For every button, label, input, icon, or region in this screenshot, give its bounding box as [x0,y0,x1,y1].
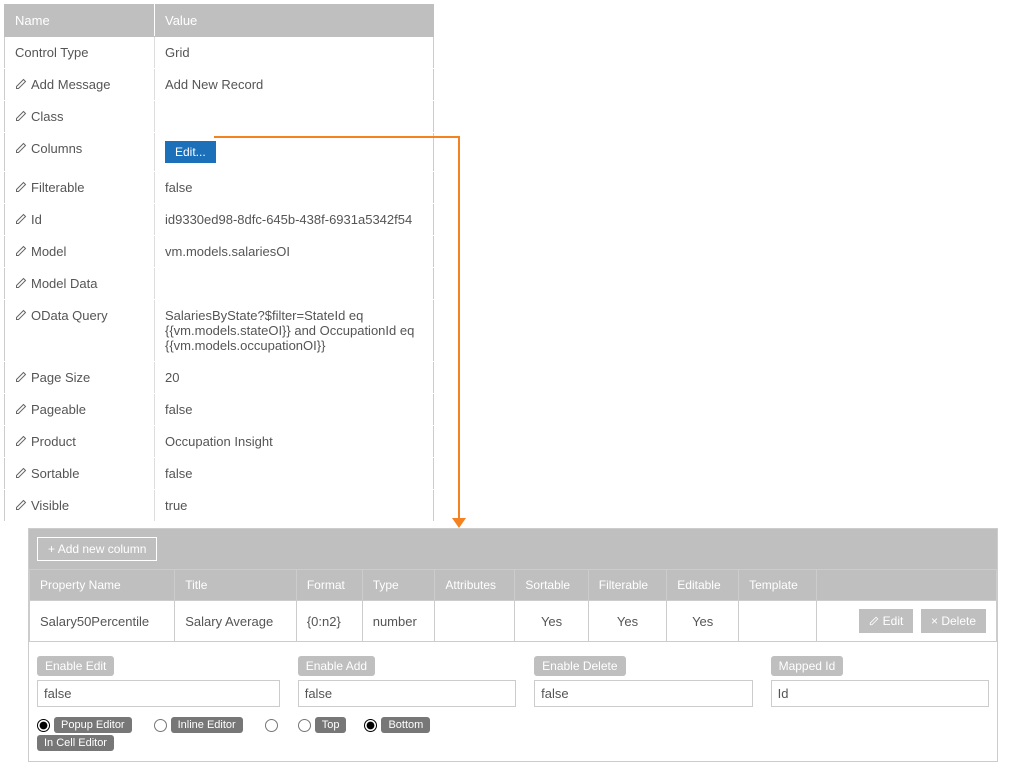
enable-add-block: Enable Add Top Bottom [298,656,516,751]
property-table: Name Value Control Type Grid Add Message… [4,4,434,522]
bottom-pill: Bottom [381,717,430,733]
arrowhead-icon [452,518,466,528]
class-value [155,101,434,133]
enable-delete-input[interactable] [534,680,752,707]
incell-editor-pill: In Cell Editor [37,735,114,751]
cell-format: {0:n2} [296,601,362,642]
model-data-value [155,268,434,300]
cell-sortable: Yes [515,601,588,642]
cell-type: number [362,601,435,642]
page-size-label[interactable]: Page Size [5,362,155,394]
edit-icon [15,498,27,513]
sortable-value: false [155,458,434,490]
filterable-label[interactable]: Filterable [5,172,155,204]
odata-label[interactable]: OData Query [5,300,155,362]
visible-label[interactable]: Visible [5,490,155,522]
class-label[interactable]: Class [5,101,155,133]
cell-title: Salary Average [175,601,297,642]
plus-icon: + [48,542,55,556]
edit-icon [15,434,27,449]
edit-icon [15,244,27,259]
edit-icon [15,276,27,291]
edit-icon [15,77,27,92]
inline-editor-pill: Inline Editor [171,717,243,733]
radio-popup-editor[interactable] [37,719,50,732]
add-message-label[interactable]: Add Message [5,69,155,101]
th-filterable: Filterable [588,570,667,601]
row-edit-button[interactable]: Edit [859,609,913,633]
edit-icon [15,370,27,385]
edit-icon [15,212,27,227]
filterable-value: false [155,172,434,204]
th-property-name: Property Name [30,570,175,601]
id-value: id9330ed98-8dfc-645b-438f-6931a5342f54 [155,204,434,236]
edit-icon [15,109,27,124]
cell-attributes [435,601,515,642]
add-message-value: Add New Record [155,69,434,101]
th-editable: Editable [667,570,739,601]
enable-delete-label: Enable Delete [534,656,625,676]
mapped-id-input[interactable] [771,680,989,707]
enable-add-input[interactable] [298,680,516,707]
columns-edit-button[interactable]: Edit... [165,141,216,163]
cell-property-name: Salary50Percentile [30,601,175,642]
cell-editable: Yes [667,601,739,642]
top-pill: Top [315,717,347,733]
edit-icon [15,180,27,195]
radio-bottom[interactable] [364,719,377,732]
th-type: Type [362,570,435,601]
product-label[interactable]: Product [5,426,155,458]
sortable-label[interactable]: Sortable [5,458,155,490]
model-label[interactable]: Model [5,236,155,268]
id-label[interactable]: Id [5,204,155,236]
radio-inline-editor[interactable] [154,719,167,732]
model-value: vm.models.salariesOI [155,236,434,268]
th-format: Format [296,570,362,601]
enable-edit-block: Enable Edit Popup Editor Inline Editor I… [37,656,280,751]
mapped-id-label: Mapped Id [771,656,844,676]
visible-value: true [155,490,434,522]
radio-top[interactable] [298,719,311,732]
add-new-column-button[interactable]: + Add new column [37,537,157,561]
close-icon: × [931,614,938,628]
enable-edit-input[interactable] [37,680,280,707]
col-name-header: Name [5,5,155,37]
col-value-header: Value [155,5,434,37]
th-attributes: Attributes [435,570,515,601]
pageable-value: false [155,394,434,426]
control-type-label: Control Type [5,37,155,69]
columns-label[interactable]: Columns [5,133,155,172]
th-actions [817,570,997,601]
table-row: Salary50Percentile Salary Average {0:n2}… [30,601,997,642]
popup-editor-pill: Popup Editor [54,717,132,733]
product-value: Occupation Insight [155,426,434,458]
connector-arrow [458,136,460,521]
edit-icon [15,308,27,323]
th-sortable: Sortable [515,570,588,601]
columns-table: Property Name Title Format Type Attribut… [29,569,997,642]
edit-icon [15,402,27,417]
radio-incell-editor[interactable] [265,719,278,732]
model-data-label[interactable]: Model Data [5,268,155,300]
edit-icon [15,466,27,481]
columns-editor-panel: + Add new column Property Name Title For… [28,528,998,762]
th-title: Title [175,570,297,601]
enable-add-label: Enable Add [298,656,375,676]
enable-delete-block: Enable Delete [534,656,752,751]
odata-value: SalariesByState?$filter=StateId eq {{vm.… [155,300,434,362]
th-template: Template [739,570,817,601]
page-size-value: 20 [155,362,434,394]
pencil-icon [869,616,879,626]
enable-edit-label: Enable Edit [37,656,114,676]
cell-template [739,601,817,642]
row-delete-button[interactable]: × Delete [921,609,986,633]
control-type-value: Grid [155,37,434,69]
mapped-id-block: Mapped Id [771,656,989,751]
cell-filterable: Yes [588,601,667,642]
pageable-label[interactable]: Pageable [5,394,155,426]
edit-icon [15,141,27,156]
